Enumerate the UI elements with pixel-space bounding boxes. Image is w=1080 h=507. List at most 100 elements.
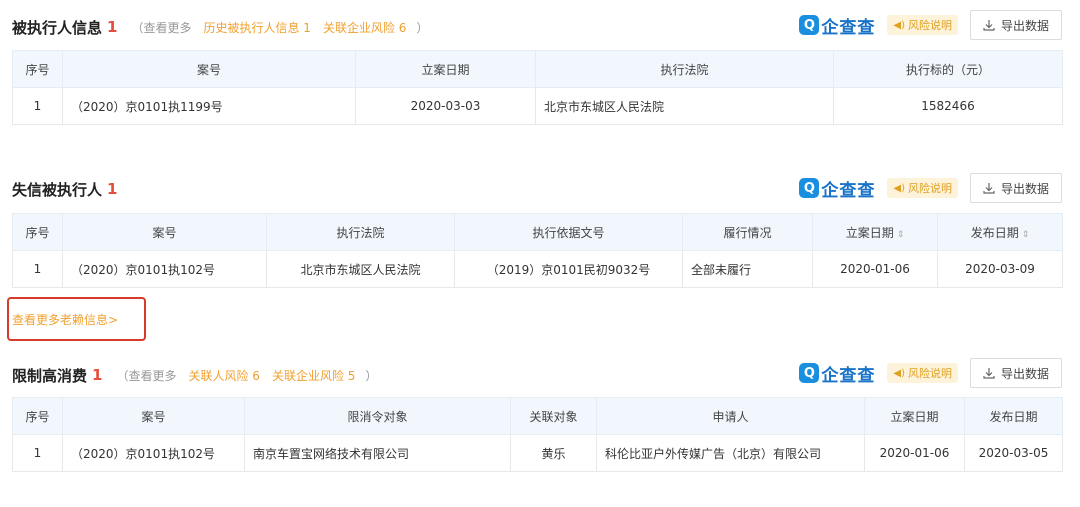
qcc-logo-icon: Q bbox=[799, 15, 820, 35]
column-header: 关联对象 bbox=[510, 397, 597, 435]
sort-icon: ⇕ bbox=[1021, 229, 1030, 240]
download-icon bbox=[983, 368, 995, 379]
export-data-button[interactable]: 导出数据 bbox=[969, 358, 1062, 388]
section-extra-links: （ 查看更多 关联人风险 6 关联企业风险 5 ） bbox=[116, 367, 377, 384]
case-number-link[interactable]: （2020）京0101执102号 bbox=[62, 434, 245, 472]
section-header-consumption-limit: 限制高消费 1 （ 查看更多 关联人风险 6 关联企业风险 5 ） bbox=[12, 360, 377, 390]
related-company-risk-link[interactable]: 关联企业风险 6 bbox=[323, 19, 406, 36]
export-data-label: 导出数据 bbox=[1000, 366, 1049, 381]
speaker-icon: ◀) bbox=[893, 19, 905, 31]
column-header: 履行情况 bbox=[682, 213, 813, 251]
risk-explanation-button[interactable]: ◀) 风险说明 bbox=[887, 15, 958, 35]
row-index: 1 bbox=[12, 250, 63, 288]
section-tools: Q 企查查 ◀) 风险说明 导出数据 bbox=[799, 10, 1062, 40]
column-header: 序号 bbox=[12, 213, 63, 251]
export-data-label: 导出数据 bbox=[1000, 18, 1049, 33]
row-index: 1 bbox=[12, 87, 63, 125]
speaker-icon: ◀) bbox=[893, 367, 905, 379]
column-header: 限消令对象 bbox=[244, 397, 511, 435]
filing-date: 2020-01-06 bbox=[864, 434, 965, 472]
paren-open: （ bbox=[131, 20, 144, 35]
section-title: 失信被执行人 bbox=[12, 180, 103, 199]
section-header-dishonest: 失信被执行人 1 bbox=[12, 174, 117, 204]
section-count: 1 bbox=[107, 180, 118, 198]
qcc-logo: Q 企查查 bbox=[799, 361, 875, 386]
risk-explanation-button[interactable]: ◀) 风险说明 bbox=[887, 178, 958, 198]
table-header-row: 序号 案号 限消令对象 关联对象 申请人 立案日期 发布日期 bbox=[12, 397, 1063, 435]
column-header: 案号 bbox=[62, 213, 267, 251]
restricted-party-link[interactable]: 南京车置宝网络技术有限公司 bbox=[244, 434, 511, 472]
dishonest-table: 序号 案号 执行法院 执行依据文号 履行情况 立案日期 ⇕ 发布日期 ⇕ 1 （20… bbox=[12, 213, 1063, 288]
court-name: 北京市东城区人民法院 bbox=[266, 250, 455, 288]
risk-explanation-label: 风险说明 bbox=[907, 19, 952, 32]
paren-open: （ bbox=[116, 368, 129, 383]
section-tools: Q 企查查 ◀) 风险说明 导出数据 bbox=[799, 358, 1062, 388]
related-party-link[interactable]: 黄乐 bbox=[510, 434, 597, 472]
related-company-risk-link[interactable]: 关联企业风险 5 bbox=[272, 367, 355, 384]
qcc-logo-icon: Q bbox=[799, 363, 820, 383]
column-header: 序号 bbox=[12, 50, 63, 88]
column-header: 案号 bbox=[62, 397, 245, 435]
executed-table: 序号 案号 立案日期 执行法院 执行标的（元） 1 （2020）京0101执11… bbox=[12, 50, 1063, 125]
court-name: 北京市东城区人民法院 bbox=[535, 87, 834, 125]
section-extra-links: （ 查看更多 历史被执行人信息 1 关联企业风险 6 ） bbox=[131, 19, 428, 36]
section-header-executed: 被执行人信息 1 （ 查看更多 历史被执行人信息 1 关联企业风险 6 ） bbox=[12, 12, 428, 42]
paren-close: ） bbox=[416, 20, 429, 35]
filing-date: 2020-01-06 bbox=[812, 250, 938, 288]
qcc-logo-text: 企查查 bbox=[821, 17, 876, 38]
column-header: 执行依据文号 bbox=[454, 213, 683, 251]
column-header: 执行法院 bbox=[266, 213, 455, 251]
qcc-logo-text: 企查查 bbox=[821, 365, 876, 386]
section-tools: Q 企查查 ◀) 风险说明 导出数据 bbox=[799, 173, 1062, 203]
section-title: 限制高消费 bbox=[12, 366, 88, 385]
sortable-column-header[interactable]: 发布日期 ⇕ bbox=[937, 213, 1063, 251]
basis-document-number: （2019）京0101民初9032号 bbox=[454, 250, 683, 288]
speaker-icon: ◀) bbox=[893, 182, 905, 194]
table-row: 1 （2020）京0101执1199号 2020-03-03 北京市东城区人民法… bbox=[12, 87, 1063, 125]
column-header: 执行法院 bbox=[535, 50, 834, 88]
table-row: 1 （2020）京0101执102号 北京市东城区人民法院 （2019）京010… bbox=[12, 250, 1063, 288]
execution-amount: 1582466 bbox=[833, 87, 1063, 125]
column-header: 申请人 bbox=[596, 397, 865, 435]
export-data-button[interactable]: 导出数据 bbox=[969, 10, 1062, 40]
applicant-link[interactable]: 科伦比亚户外传媒广告（北京）有限公司 bbox=[596, 434, 865, 472]
view-more-label: 查看更多 bbox=[128, 368, 177, 383]
risk-explanation-button[interactable]: ◀) 风险说明 bbox=[887, 363, 958, 383]
related-person-risk-link[interactable]: 关联人风险 6 bbox=[188, 367, 259, 384]
table-row: 1 （2020）京0101执102号 南京车置宝网络技术有限公司 黄乐 科伦比亚… bbox=[12, 434, 1063, 472]
qcc-logo-icon: Q bbox=[799, 178, 820, 198]
performance-status: 全部未履行 bbox=[682, 250, 813, 288]
column-header: 立案日期 bbox=[864, 397, 965, 435]
section-count: 1 bbox=[92, 366, 103, 384]
risk-explanation-label: 风险说明 bbox=[907, 182, 952, 195]
column-header: 序号 bbox=[12, 397, 63, 435]
column-header: 发布日期 bbox=[964, 397, 1063, 435]
history-executed-link[interactable]: 历史被执行人信息 1 bbox=[203, 19, 310, 36]
column-header: 立案日期 bbox=[355, 50, 536, 88]
consumption-limit-table: 序号 案号 限消令对象 关联对象 申请人 立案日期 发布日期 1 （2020）京… bbox=[12, 397, 1063, 472]
table-header-row: 序号 案号 立案日期 执行法院 执行标的（元） bbox=[12, 50, 1063, 88]
export-data-button[interactable]: 导出数据 bbox=[969, 173, 1062, 203]
case-number-link[interactable]: （2020）京0101执1199号 bbox=[62, 87, 356, 125]
filing-date: 2020-03-03 bbox=[355, 87, 536, 125]
download-icon bbox=[983, 183, 995, 194]
case-number-link[interactable]: （2020）京0101执102号 bbox=[62, 250, 267, 288]
column-header: 案号 bbox=[62, 50, 356, 88]
sortable-column-header[interactable]: 立案日期 ⇕ bbox=[812, 213, 938, 251]
qcc-logo: Q 企查查 bbox=[799, 176, 875, 201]
qcc-logo: Q 企查查 bbox=[799, 13, 875, 38]
section-title: 被执行人信息 bbox=[12, 18, 103, 37]
export-data-label: 导出数据 bbox=[1000, 181, 1049, 196]
view-more-label: 查看更多 bbox=[143, 20, 192, 35]
column-header: 执行标的（元） bbox=[833, 50, 1063, 88]
paren-close: ） bbox=[365, 368, 378, 383]
publish-date: 2020-03-05 bbox=[964, 434, 1063, 472]
download-icon bbox=[983, 20, 995, 31]
column-header-label: 立案日期 bbox=[845, 225, 894, 240]
view-more-defaulter-link[interactable]: 查看更多老赖信息> bbox=[12, 311, 118, 328]
row-index: 1 bbox=[12, 434, 63, 472]
column-header-label: 发布日期 bbox=[970, 225, 1019, 240]
qcc-logo-text: 企查查 bbox=[821, 180, 876, 201]
sort-icon: ⇕ bbox=[896, 229, 905, 240]
risk-explanation-label: 风险说明 bbox=[907, 367, 952, 380]
